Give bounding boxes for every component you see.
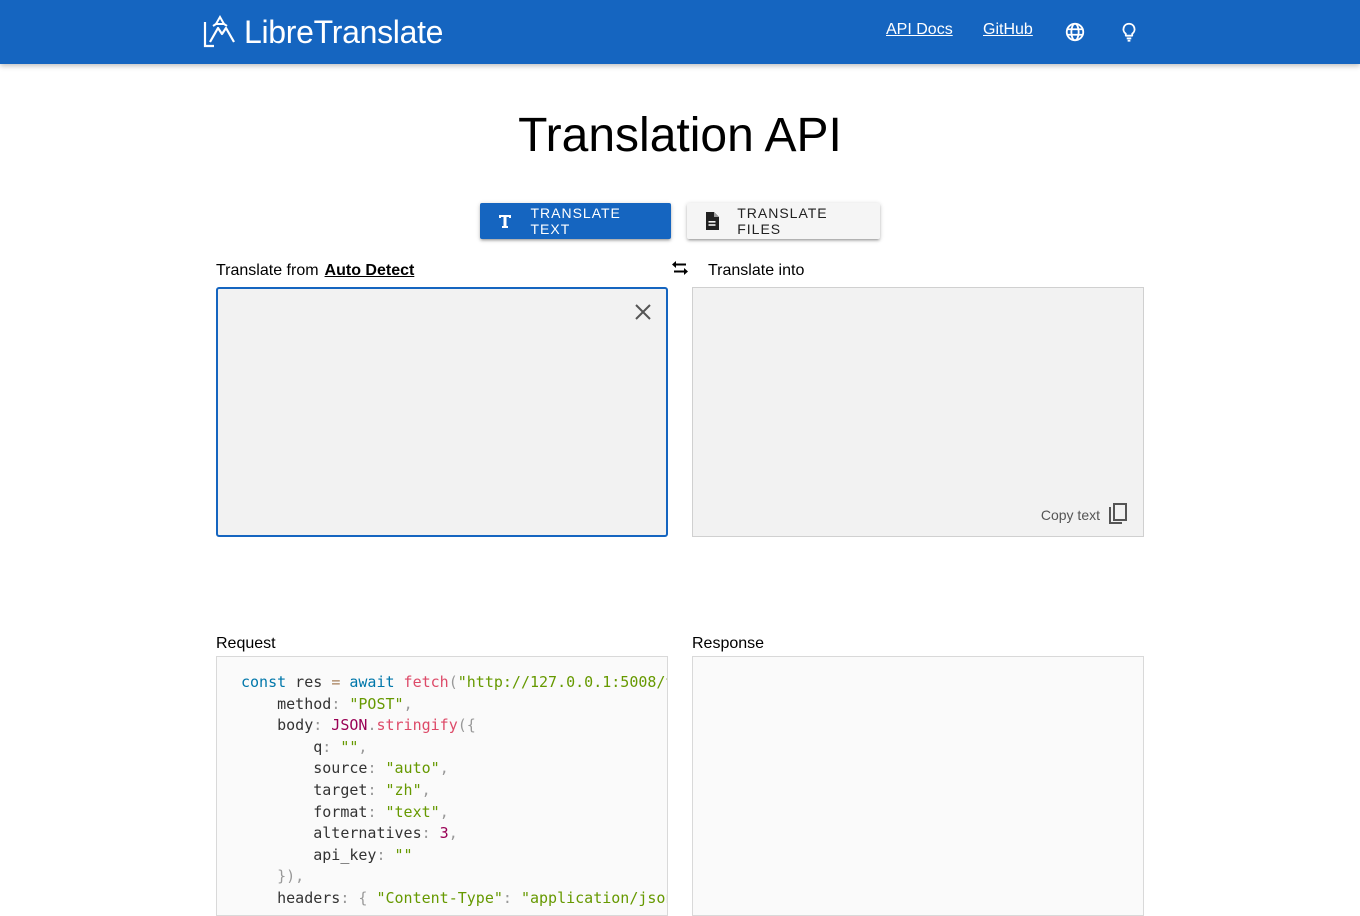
code-token: "http://127.0.0.1:5008/translate" [457, 673, 668, 691]
top-navbar: LibreTranslate API Docs GitHub [0, 0, 1360, 64]
code-token: alternatives [241, 824, 422, 843]
code-token: "zh" [376, 780, 422, 799]
code-token: : [421, 824, 431, 843]
code-token: "POST" [340, 694, 404, 713]
code-token: "" [331, 737, 359, 756]
code-token: , [439, 759, 449, 778]
text-format-icon [496, 211, 514, 231]
code-token: body [241, 716, 314, 735]
request-code-block: const res = await fetch("http://127.0.0.… [216, 656, 668, 916]
code-token: { [349, 888, 377, 907]
source-language-row: Translate from Auto Detect [216, 262, 414, 280]
copy-icon[interactable] [1107, 502, 1129, 526]
code-token: api_key [241, 845, 377, 864]
source-language-label: Translate from [216, 262, 319, 279]
code-token: source [241, 759, 368, 778]
code-token: : [313, 716, 323, 735]
code-token: , [403, 694, 413, 713]
translate-text-label: TRANSLATE TEXT [530, 205, 621, 237]
request-code: const res = await fetch("http://127.0.0.… [241, 672, 668, 910]
code-token: , [439, 802, 449, 821]
translated-text-area[interactable]: Copy text [692, 287, 1144, 537]
target-language-label: Translate into [708, 262, 805, 279]
translate-files-button[interactable]: TRANSLATE FILES [687, 203, 880, 239]
api-docs-link[interactable]: API Docs [886, 21, 953, 39]
response-label: Response [692, 635, 765, 652]
code-token: format [241, 802, 368, 821]
code-token: "auto" [376, 759, 440, 778]
code-token: "application/json" [520, 888, 668, 907]
code-token: : [331, 694, 341, 713]
code-token: }), [241, 867, 305, 886]
code-token: : [322, 737, 332, 756]
code-token: const [241, 673, 287, 691]
github-link[interactable]: GitHub [983, 21, 1033, 39]
response-code-block [692, 656, 1144, 916]
code-token: "Content-Type" [376, 888, 503, 907]
code-token: , [421, 780, 431, 799]
code-token: = [331, 673, 341, 691]
code-token: : [502, 888, 521, 907]
document-icon [703, 211, 721, 231]
code-token: await [340, 673, 395, 691]
code-token: , [448, 824, 458, 843]
code-token: ( [448, 673, 458, 691]
code-token: JSON [322, 716, 368, 735]
code-token: target [241, 780, 368, 799]
target-language-row: Translate into [708, 262, 804, 280]
code-token: q [241, 737, 323, 756]
copy-text-label[interactable]: Copy text [1041, 507, 1100, 523]
source-text-area[interactable] [216, 287, 668, 537]
swap-languages-icon[interactable] [669, 257, 691, 279]
code-token: 3 [430, 824, 449, 843]
page-title: Translation API [518, 109, 842, 162]
code-token: : [376, 845, 386, 864]
code-token: stringify [376, 716, 458, 735]
source-language-select[interactable]: Auto Detect [325, 262, 415, 279]
globe-icon[interactable] [1063, 20, 1087, 44]
translate-text-button[interactable]: TRANSLATE TEXT [480, 203, 671, 239]
code-token: ({ [457, 716, 476, 735]
lightbulb-icon[interactable] [1117, 20, 1141, 44]
brand-link[interactable]: LibreTranslate [202, 10, 443, 54]
request-label: Request [216, 635, 276, 652]
code-token: headers [241, 888, 341, 907]
code-token: method [241, 694, 332, 713]
translate-files-label: TRANSLATE FILES [737, 205, 828, 237]
libretranslate-logo-icon [203, 14, 235, 48]
code-token: fetch [394, 673, 449, 691]
code-token: "" [385, 845, 413, 864]
code-token: "text" [376, 802, 440, 821]
code-token: , [358, 737, 368, 756]
code-token: res [286, 673, 332, 691]
brand-name: LibreTranslate [244, 13, 444, 50]
close-icon[interactable] [632, 301, 654, 323]
